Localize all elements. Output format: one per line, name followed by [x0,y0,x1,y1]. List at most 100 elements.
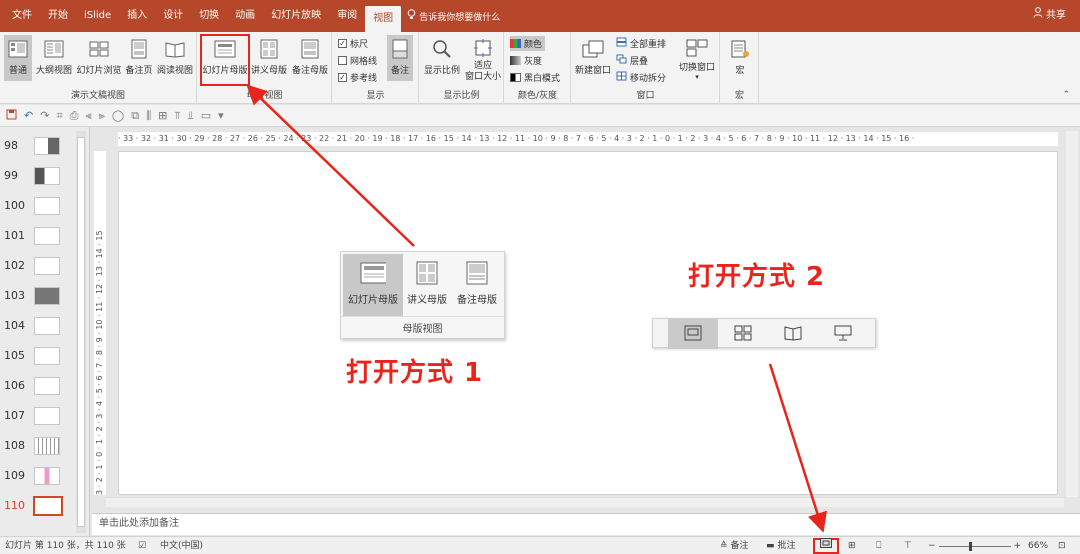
align-center-icon[interactable]: ⫸ [99,109,105,123]
tell-me-search[interactable]: 告诉我你想要做什么 [407,9,500,23]
tab-islide[interactable]: iSlide [76,0,119,32]
undo-icon[interactable]: ↶ [24,109,33,122]
group-icon[interactable]: ⧉ [131,109,139,123]
slide-thumbnail[interactable]: 104 [0,311,80,341]
tab-review[interactable]: 审阅 [329,0,365,32]
new-window-button[interactable]: 新建窗口 [574,35,612,81]
arrange-all-button[interactable]: 全部重排 [616,36,666,51]
tab-animations[interactable]: 动画 [227,0,263,32]
collapse-ribbon-icon[interactable]: ⌃ [1062,90,1070,100]
notes-toggle-button[interactable]: 备注 [387,35,413,81]
slide-thumbnail[interactable]: 103 [0,281,80,311]
slide-thumbnail[interactable]: 99 [0,161,80,191]
language-status[interactable]: 中文(中国) [160,537,203,554]
comments-status-button[interactable]: ▬ 批注 [766,537,796,554]
normal-view-button[interactable]: 普通 [4,35,32,81]
master-views-callout-panel: 幻灯片母版 讲义母版 备注母版 母版视图 [340,251,505,339]
tab-design[interactable]: 设计 [155,0,191,32]
status-reading-view-icon[interactable]: ⎕ [876,537,881,554]
zoom-button[interactable]: 显示比例 [422,35,462,81]
zoom-slider-track[interactable] [938,541,1011,551]
zoom-out-icon[interactable]: − [928,537,936,554]
zoom-slider-thumb[interactable] [968,541,972,551]
slide-master-panel-button[interactable]: 幻灯片母版 [343,254,403,316]
format-painter-icon[interactable]: ⌗ [56,109,62,123]
tab-insert[interactable]: 插入 [119,0,155,32]
save-icon[interactable] [6,109,17,123]
reading-view-panel-button[interactable] [768,319,818,349]
color-button[interactable]: 颜色 [510,36,546,51]
align-bottom-icon[interactable]: ⫫ [188,109,194,123]
notes-page-button[interactable]: 备注页 [124,35,154,81]
slide-sorter-panel-button[interactable] [718,319,768,349]
move-split-button[interactable]: 移动拆分 [616,70,666,85]
scrollbar-thumb[interactable] [77,137,85,527]
gridlines-checkbox[interactable]: 网格线 [338,53,377,68]
align-top-icon[interactable]: ⫪ [174,109,180,123]
handout-master-panel-button[interactable]: 讲义母版 [403,254,451,316]
outline-view-button[interactable]: 大纲视图 [35,35,73,81]
spellcheck-icon[interactable]: ☑ [138,537,146,554]
slide-thumbnail[interactable]: 109 [0,461,80,491]
slide-thumbnail[interactable]: 105 [0,341,80,371]
tab-view[interactable]: 视图 [365,6,402,32]
share-button[interactable]: 共享 [1033,0,1066,32]
slide-thumbnail[interactable]: 102 [0,251,80,281]
callout-method-2: 打开方式 2 [688,262,826,292]
slide-thumbnail[interactable]: 98 [0,131,80,161]
slide-sorter-button[interactable]: 幻灯片浏览 [76,35,122,81]
zoom-in-icon[interactable]: + [1014,537,1022,554]
slideshow-panel-button[interactable] [818,319,868,349]
slide-thumbnail[interactable]: 100 [0,191,80,221]
handout-master-button[interactable]: 讲义母版 [250,35,288,81]
tab-transitions[interactable]: 切换 [191,0,227,32]
slide-thumbnail[interactable]: 101 [0,221,80,251]
black-white-button[interactable]: 黑白模式 [510,70,560,85]
zoom-slider[interactable]: − + [928,537,1021,554]
slide-thumbnail[interactable]: 106 [0,371,80,401]
comment-icon: ▬ [766,541,775,551]
slide-thumbnail[interactable]: 107 [0,401,80,431]
notes-pane[interactable]: 单击此处添加备注 [92,513,1080,535]
ruler-checkbox[interactable]: ✓ 标尺 [338,36,368,51]
grayscale-button[interactable]: 灰度 [510,53,542,68]
notes-status-button[interactable]: ≙ 备注 [720,537,749,554]
status-normal-view-button[interactable] [813,538,839,554]
switch-window-button[interactable]: 切换窗口 ▾ [676,35,718,81]
slideshow-icon[interactable]: ▭ [201,109,211,122]
fit-slide-icon[interactable]: ⊡ [1058,537,1066,554]
print-icon[interactable]: ⎙ [70,109,79,123]
normal-view-panel-button[interactable] [668,319,718,349]
zoom-percent[interactable]: 66% [1028,537,1048,554]
slide-preview [34,287,60,305]
tab-file[interactable]: 文件 [4,0,40,32]
status-slide-sorter-icon[interactable]: ⊞ [848,537,856,554]
customize-qat-icon[interactable]: ▾ [218,109,224,122]
status-slideshow-icon[interactable]: ⊤ [904,537,912,554]
thumbnail-scrollbar[interactable] [76,131,86,533]
guides-checkbox[interactable]: ✓ 参考线 [338,70,377,85]
notes-master-panel-button[interactable]: 备注母版 [451,254,503,316]
redo-icon[interactable]: ↷ [40,109,49,122]
editor-vertical-scrollbar[interactable] [1066,131,1078,497]
cascade-button[interactable]: 层叠 [616,53,648,68]
editor-horizontal-scrollbar[interactable] [106,497,1064,507]
slide-thumbnail[interactable]: 108 [0,431,80,461]
tab-slideshow[interactable]: 幻灯片放映 [263,0,329,32]
slide-thumbnail-current[interactable]: 110 [0,491,80,521]
arrange-icon[interactable]: ⊞ [158,109,167,122]
distribute-icon[interactable]: ⫼ [146,109,151,123]
reading-view-button[interactable]: 阅读视图 [156,35,194,81]
shapes-icon[interactable]: ◯ [112,109,124,122]
notes-master-button[interactable]: 备注母版 [290,35,330,81]
align-left-icon[interactable]: ⫷ [85,109,91,123]
slide-canvas[interactable] [118,151,1058,495]
guides-label: 参考线 [350,74,378,84]
normal-view-label: 普通 [8,66,27,76]
tab-home[interactable]: 开始 [40,0,76,32]
ribbon: 普通 大纲视图 幻灯片浏览 备注页 阅读视图 演示文稿视图 幻灯片母版 讲义母版… [0,32,1080,104]
fit-to-window-button[interactable]: 适应 窗口大小 [464,35,502,82]
cascade-label: 层叠 [630,57,649,67]
switch-window-label: 切换窗口 [678,63,715,73]
macros-button[interactable]: 宏 [725,35,755,81]
